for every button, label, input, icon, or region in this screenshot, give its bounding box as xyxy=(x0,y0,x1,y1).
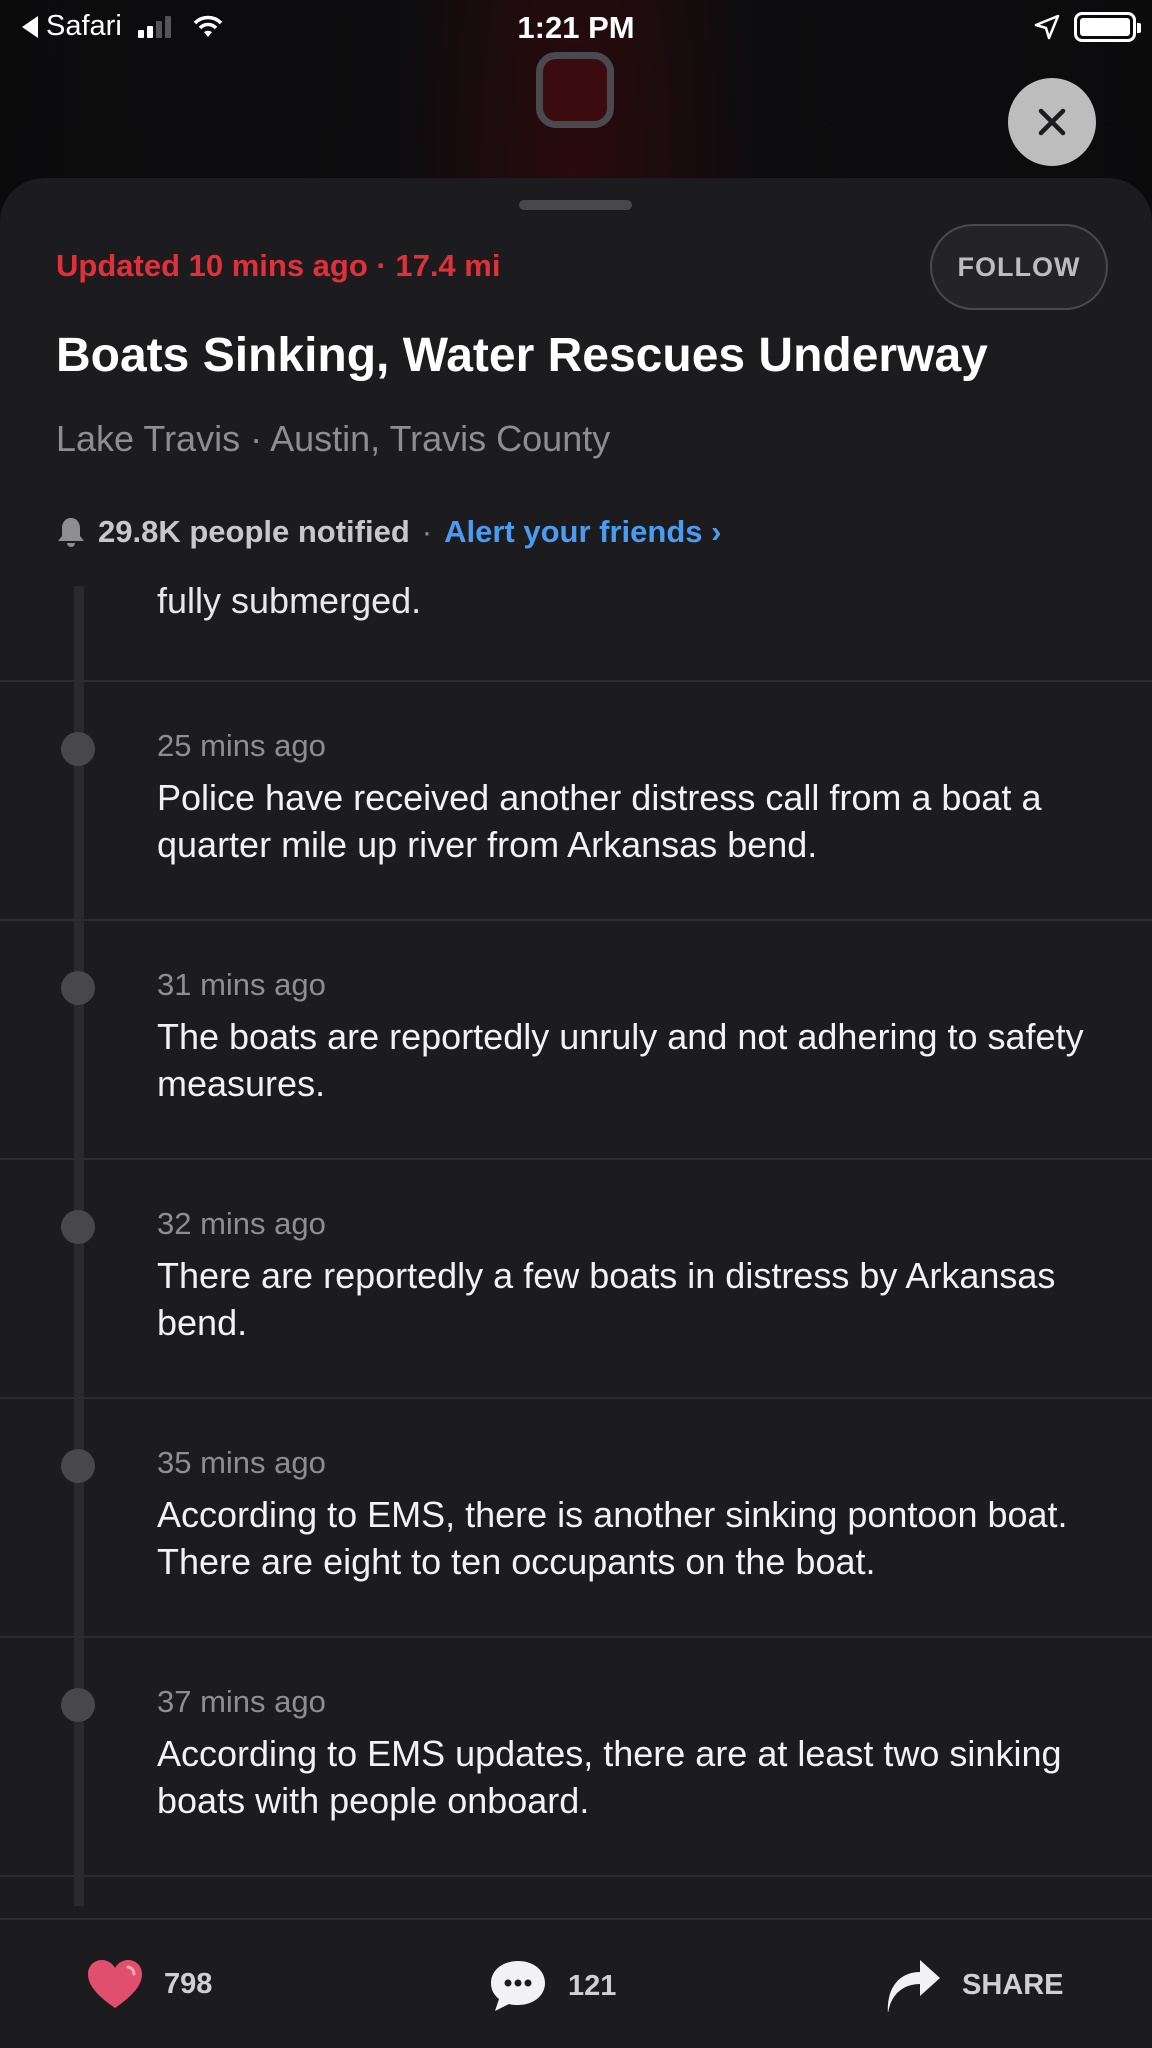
share-arrow-icon xyxy=(887,1960,940,2012)
like-count: 798 xyxy=(164,1967,213,2000)
update-timeline[interactable]: fully submerged. 25 mins ago Police have… xyxy=(0,586,1152,1906)
close-button[interactable] xyxy=(1008,78,1096,166)
entry-text: The boats are reportedly unruly and not … xyxy=(157,1016,1084,1104)
comment-count: 121 xyxy=(568,1969,617,2002)
bell-icon xyxy=(58,518,84,547)
close-icon xyxy=(1038,108,1066,136)
divider xyxy=(0,1875,1152,1877)
heart-icon xyxy=(88,1960,142,2008)
entry-time: 35 mins ago xyxy=(157,1445,326,1480)
alert-friends-link[interactable]: Alert your friends › xyxy=(444,514,721,550)
battery-icon xyxy=(1074,12,1141,42)
entry-time: 31 mins ago xyxy=(157,967,326,1002)
timeline-dot xyxy=(61,971,95,1005)
entry-text: According to EMS updates, there are at l… xyxy=(157,1733,1062,1821)
comment-button[interactable]: 121 xyxy=(488,1958,616,2014)
share-label: SHARE xyxy=(962,1968,1064,2001)
notified-row: 29.8K people notified · Alert your frien… xyxy=(56,514,721,550)
incident-sheet: Updated 10 mins ago · 17.4 mi FOLLOW Boa… xyxy=(0,178,1152,2048)
notified-separator: · xyxy=(421,514,433,549)
divider xyxy=(0,919,1152,921)
entry-time: 32 mins ago xyxy=(157,1206,326,1241)
divider xyxy=(0,1636,1152,1638)
partial-update-text: fully submerged. xyxy=(157,586,422,621)
divider xyxy=(0,1158,1152,1160)
divider xyxy=(0,680,1152,682)
timeline-dot xyxy=(61,1210,95,1244)
bottom-action-bar: 798 121 SHARE xyxy=(0,1918,1152,2048)
entry-text: According to EMS, there is another sinki… xyxy=(157,1494,1068,1582)
like-button[interactable]: 798 xyxy=(86,1958,212,2010)
notified-count: 29.8K people notified xyxy=(98,514,410,549)
sheet-grabber[interactable] xyxy=(519,200,632,210)
incident-app-icon xyxy=(536,52,614,128)
entry-time: 37 mins ago xyxy=(157,1684,326,1719)
entry-text: Police have received another distress ca… xyxy=(157,777,1042,865)
entry-text: There are reportedly a few boats in dist… xyxy=(157,1255,1056,1343)
entry-time: 25 mins ago xyxy=(157,728,326,763)
updated-info: Updated 10 mins ago · 17.4 mi xyxy=(56,248,501,283)
status-right xyxy=(1034,12,1141,42)
status-time: 1:21 PM xyxy=(517,10,635,45)
screen: Safari 1:21 PM Updated 10 mins ago · 17.… xyxy=(0,0,1152,2048)
follow-button[interactable]: FOLLOW xyxy=(930,224,1108,310)
incident-title: Boats Sinking, Water Rescues Underway xyxy=(56,329,988,382)
timeline-dot xyxy=(61,1688,95,1722)
share-button[interactable]: SHARE xyxy=(884,1958,1064,2012)
incident-location: Lake Travis · Austin, Travis County xyxy=(56,418,611,459)
timeline-dot xyxy=(61,732,95,766)
divider xyxy=(0,1397,1152,1399)
location-arrow-icon xyxy=(1034,14,1060,40)
timeline-dot xyxy=(61,1449,95,1483)
comment-icon xyxy=(491,1961,545,2011)
status-bar: Safari 1:21 PM xyxy=(0,0,1152,56)
